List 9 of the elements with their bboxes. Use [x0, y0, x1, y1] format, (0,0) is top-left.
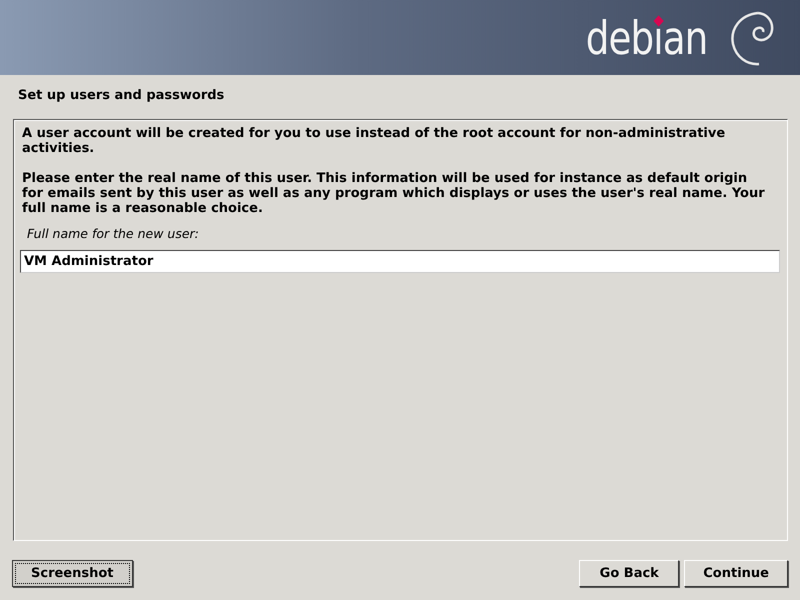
full-name-field[interactable]: VM Administrator	[20, 250, 780, 273]
nav-button[interactable]: Screenshot	[12, 560, 133, 587]
nav-button[interactable]: Go Back	[579, 560, 680, 587]
logo-text: debian	[586, 10, 708, 64]
nav-button[interactable]: Continue	[684, 560, 788, 587]
description-text: Please enter the real name of this user. This information will be used for instance as default origin for emails sent by this user as well as any program which displays or uses the user's real name. Your full name is a reasonable choice.	[22, 171, 766, 216]
step-title: Set up users and passwords	[18, 87, 224, 104]
field-label: Full name for the new user:	[27, 226, 199, 241]
description-text: A user account will be created for you to use instead of the root account for non-administrative activities.	[22, 126, 726, 156]
